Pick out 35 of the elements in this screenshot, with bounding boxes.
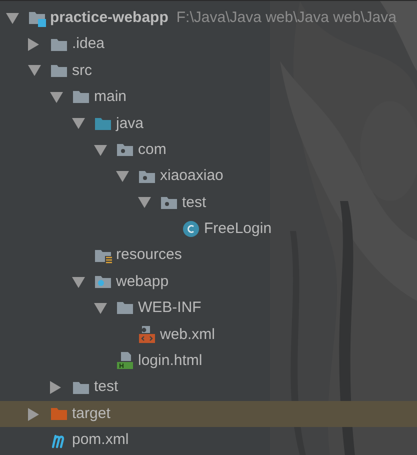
expanded-arrow-icon[interactable] (138, 197, 151, 208)
tree-item-label[interactable]: practice-webapp (50, 6, 168, 30)
tree-item-label[interactable]: .idea (72, 33, 105, 56)
project-path: F:\Java\Java web\Java web\Java (176, 8, 396, 28)
expanded-arrow-icon[interactable] (50, 92, 63, 103)
tree-item-label[interactable]: resources (116, 244, 182, 267)
expanded-arrow-icon[interactable] (28, 65, 41, 76)
tree-item-label[interactable]: java (116, 112, 144, 135)
class-icon (182, 220, 200, 238)
tree-item-label[interactable]: com (138, 138, 166, 162)
expanded-arrow-icon[interactable] (72, 118, 85, 130)
html-file-icon (116, 352, 134, 370)
tree-item-label[interactable]: webapp (116, 270, 169, 294)
tree-item-label[interactable]: pom.xml (72, 429, 129, 452)
highlighted-row[interactable]: target (0, 400, 417, 428)
tree-item-label[interactable]: test (94, 376, 118, 399)
tree-item-label[interactable]: FreeLogin (204, 218, 272, 241)
xml-file-icon (138, 326, 156, 344)
expanded-arrow-icon[interactable] (94, 144, 107, 156)
expanded-arrow-icon[interactable] (94, 302, 107, 314)
module-folder-icon (28, 9, 46, 28)
tree-item-label[interactable]: main (94, 86, 127, 109)
tree-item-label[interactable]: src (72, 60, 92, 82)
collapsed-arrow-icon[interactable] (28, 408, 39, 421)
tree-item-label[interactable]: test (182, 192, 206, 214)
expanded-arrow-icon[interactable] (116, 171, 129, 182)
tree-item-label[interactable]: xiaoaxiao (160, 165, 224, 188)
expanded-arrow-icon[interactable] (72, 276, 85, 288)
tree-item-label[interactable]: WEB-INF (138, 297, 202, 320)
tree-item-label[interactable]: target (72, 402, 110, 426)
tree-item-label[interactable]: login.html (138, 350, 202, 373)
collapsed-arrow-icon[interactable] (50, 381, 61, 394)
tree-item-label[interactable]: web.xml (160, 324, 216, 346)
expanded-arrow-icon[interactable] (6, 12, 19, 24)
collapsed-arrow-icon[interactable] (28, 38, 39, 52)
